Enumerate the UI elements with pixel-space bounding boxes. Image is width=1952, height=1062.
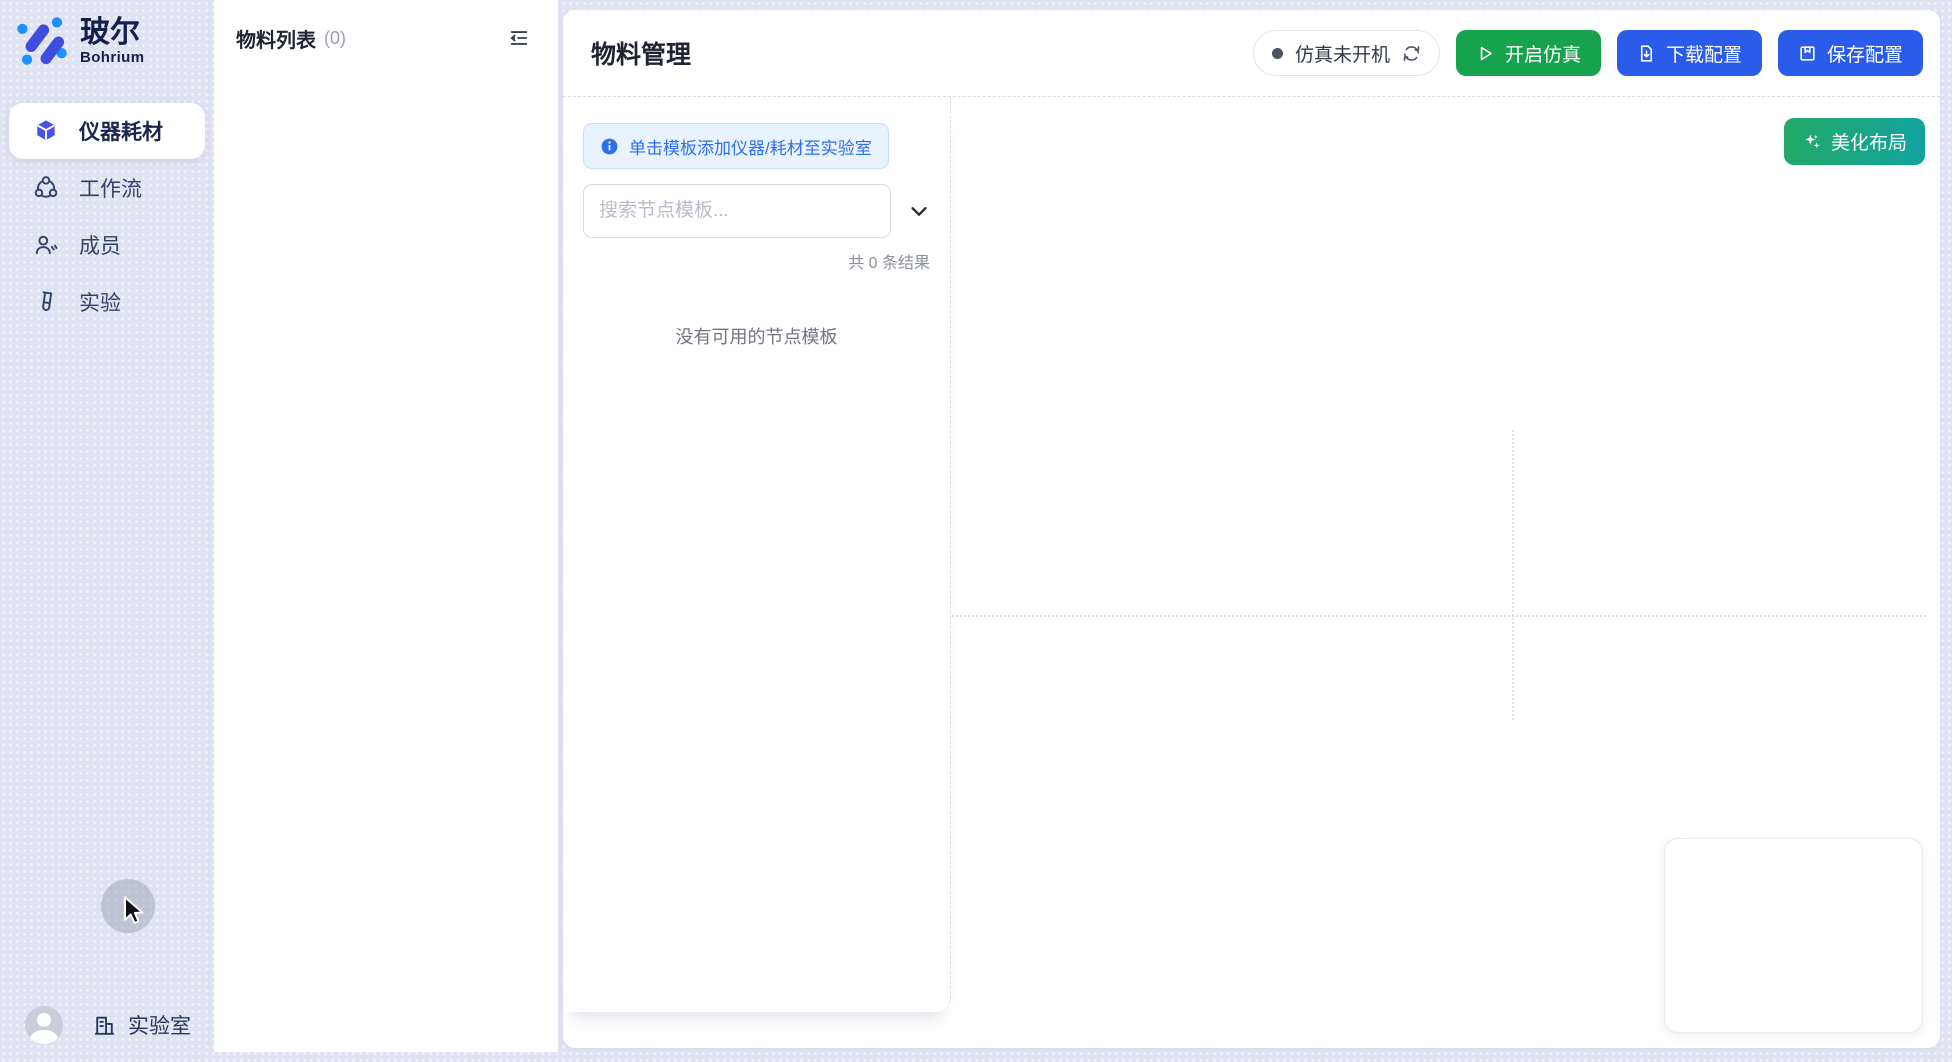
- chevron-down-icon[interactable]: [908, 200, 930, 222]
- sidebar-item-label: 工作流: [79, 173, 142, 203]
- members-icon: [33, 232, 59, 258]
- template-panel: 单击模板添加仪器/耗材至实验室 共 0 条结果 没有可用的节点模板: [563, 98, 951, 1012]
- canvas-minimap[interactable]: [1664, 838, 1923, 1033]
- sidebar-item-experiments[interactable]: 实验: [9, 274, 205, 330]
- topbar: 物料管理 仿真未开机 开启仿真: [563, 10, 1940, 97]
- template-search-input[interactable]: [583, 184, 891, 238]
- play-icon: [1476, 44, 1495, 63]
- sidebar-item-label: 仪器耗材: [79, 116, 163, 146]
- sidebar: 玻尔 Bohrium 仪器耗材 工作流: [0, 0, 214, 1062]
- sparkles-icon: [1802, 132, 1822, 152]
- download-config-label: 下载配置: [1666, 40, 1742, 67]
- sidebar-item-instruments[interactable]: 仪器耗材: [9, 103, 205, 159]
- test-tube-icon: [33, 289, 59, 315]
- brand-name: 玻尔 Bohrium: [80, 17, 144, 66]
- search-result-count: 共 0 条结果: [583, 249, 930, 273]
- sidebar-footer: 实验室: [25, 1006, 191, 1044]
- workspace-label: 实验室: [128, 1010, 191, 1040]
- simulation-status-pill[interactable]: 仿真未开机: [1253, 30, 1440, 76]
- materials-list-count: (0): [324, 28, 346, 49]
- simulation-status-label: 仿真未开机: [1295, 40, 1390, 67]
- save-config-label: 保存配置: [1827, 40, 1903, 67]
- start-simulation-label: 开启仿真: [1505, 40, 1581, 67]
- sidebar-nav: 仪器耗材 工作流 成员: [9, 103, 205, 331]
- mouse-cursor: [122, 896, 148, 926]
- main-card: 物料管理 仿真未开机 开启仿真: [563, 10, 1940, 1048]
- brand-name-cn: 玻尔: [80, 17, 144, 49]
- empty-templates-message: 没有可用的节点模板: [583, 323, 930, 349]
- workflow-icon: [33, 175, 59, 201]
- user-avatar[interactable]: [25, 1006, 63, 1044]
- status-dot-icon: [1272, 48, 1283, 59]
- file-download-icon: [1637, 44, 1656, 63]
- sidebar-item-label: 实验: [79, 287, 121, 317]
- brand-logo: 玻尔 Bohrium: [14, 14, 144, 68]
- template-hint-text: 单击模板添加仪器/耗材至实验室: [629, 134, 872, 159]
- refresh-icon[interactable]: [1402, 44, 1421, 63]
- cube-icon: [33, 118, 59, 144]
- workspace-switcher[interactable]: 实验室: [92, 1010, 191, 1040]
- building-icon: [92, 1012, 117, 1039]
- page-title: 物料管理: [591, 35, 691, 71]
- template-hint-banner: 单击模板添加仪器/耗材至实验室: [583, 123, 889, 169]
- save-config-button[interactable]: 保存配置: [1778, 30, 1923, 76]
- save-icon: [1798, 44, 1817, 63]
- start-simulation-button[interactable]: 开启仿真: [1456, 30, 1601, 76]
- brand-name-en: Bohrium: [80, 49, 144, 66]
- sidebar-item-members[interactable]: 成员: [9, 217, 205, 273]
- topbar-actions: 仿真未开机 开启仿真: [1253, 30, 1923, 76]
- download-config-button[interactable]: 下载配置: [1617, 30, 1762, 76]
- sidebar-item-workflow[interactable]: 工作流: [9, 160, 205, 216]
- materials-list-header: 物料列表 (0): [214, 0, 558, 76]
- materials-list-title: 物料列表: [236, 24, 316, 53]
- info-icon: [600, 137, 619, 156]
- bohrium-logo-icon: [14, 14, 70, 68]
- canvas-vertical-guide: [1512, 430, 1514, 720]
- materials-list-panel: 物料列表 (0): [214, 0, 558, 1052]
- beautify-layout-button[interactable]: 美化布局: [1784, 118, 1925, 165]
- template-search-row: [583, 184, 930, 238]
- collapse-panel-button[interactable]: [504, 23, 534, 53]
- canvas-horizontal-guide: [952, 615, 1926, 617]
- beautify-layout-label: 美化布局: [1831, 128, 1907, 155]
- sidebar-item-label: 成员: [79, 230, 121, 260]
